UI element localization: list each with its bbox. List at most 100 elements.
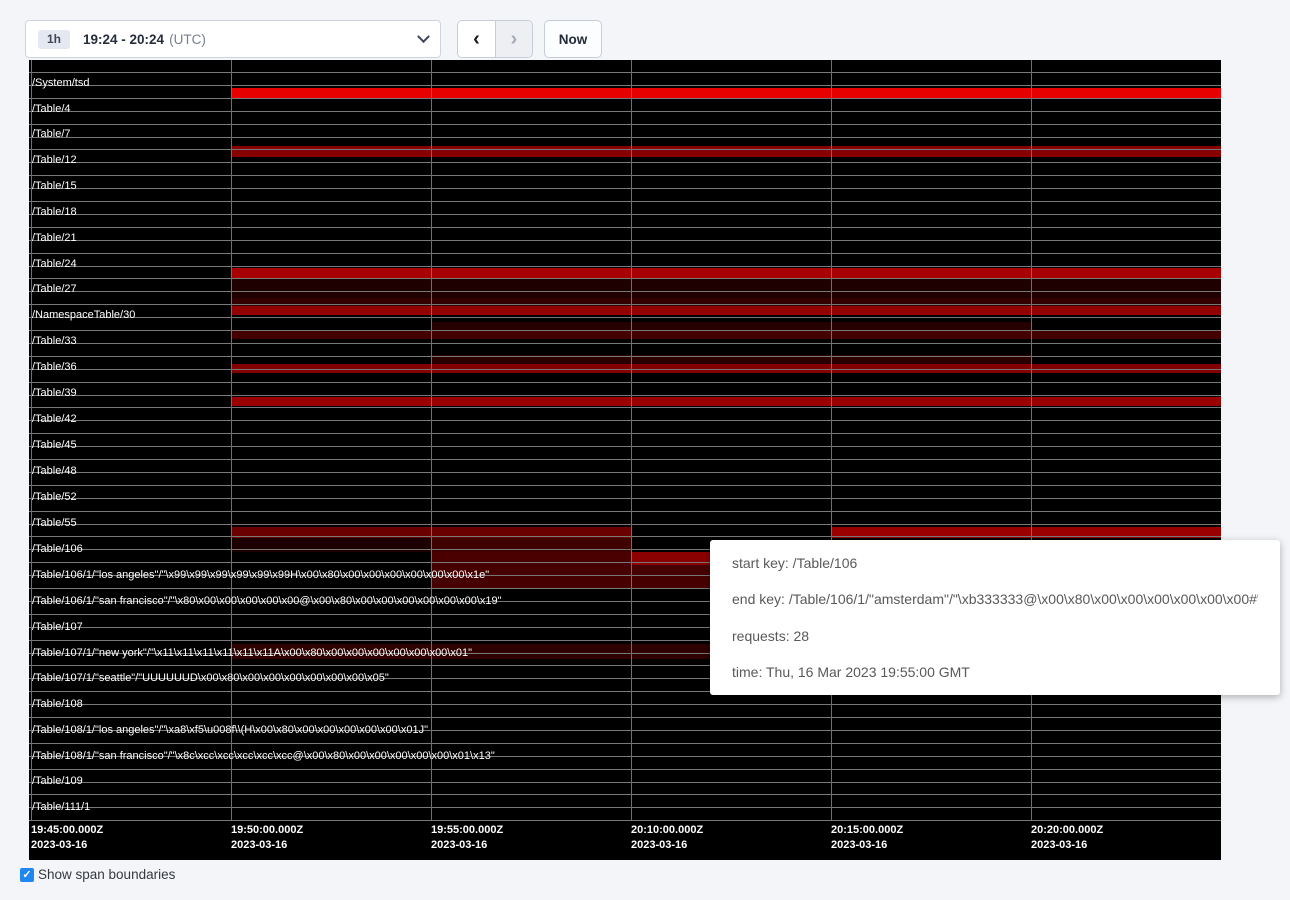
grid-line-vertical: [831, 60, 832, 820]
row-label: /Table/55: [32, 517, 77, 529]
grid-line-horizontal: [29, 291, 1221, 292]
grid-line-horizontal: [29, 382, 1221, 383]
grid-line-horizontal: [29, 124, 1221, 125]
heat-band: [231, 146, 1221, 157]
tooltip-requests: requests: 28: [732, 626, 1258, 646]
grid-line-horizontal: [29, 769, 1221, 770]
axis-time-label: 20:15:00.000Z: [831, 824, 903, 837]
grid-line-horizontal: [29, 330, 1221, 331]
grid-line-horizontal: [29, 240, 1221, 241]
grid-line-horizontal: [29, 807, 1221, 808]
grid-line-horizontal: [29, 304, 1221, 305]
grid-line-horizontal: [29, 459, 1221, 460]
row-label: /NamespaceTable/30: [32, 309, 135, 321]
grid-line-horizontal: [29, 175, 1221, 176]
grid-line-horizontal: [29, 704, 1221, 705]
key-visualizer-canvas[interactable]: /System/tsd/Table/4/Table/7/Table/12/Tab…: [29, 60, 1221, 860]
grid-line-horizontal: [29, 98, 1221, 99]
row-label: /Table/24: [32, 258, 77, 270]
heat-band: [231, 278, 1221, 298]
grid-line-horizontal: [29, 253, 1221, 254]
grid-line-horizontal: [29, 188, 1221, 189]
grid-line-vertical: [231, 60, 232, 820]
row-label: /Table/52: [32, 491, 77, 503]
grid-line-horizontal: [29, 317, 1221, 318]
row-label: /Table/18: [32, 206, 77, 218]
heat-band: [231, 268, 1221, 278]
row-label: /Table/108/1/"los angeles"/"\xa8\xf5\u00…: [32, 724, 428, 736]
tooltip-end-key: end key: /Table/106/1/"amsterdam"/"\xb33…: [732, 589, 1258, 609]
axis-date-label: 2023-03-16: [1031, 839, 1087, 852]
row-label: /Table/106: [32, 543, 83, 555]
row-label: /Table/111/1: [32, 801, 90, 813]
show-span-boundaries-checkbox[interactable]: ✓: [20, 868, 34, 882]
grid-line-horizontal: [29, 72, 1221, 73]
grid-line-horizontal: [29, 137, 1221, 138]
grid-line-horizontal: [29, 343, 1221, 344]
row-label: /Table/39: [32, 387, 77, 399]
grid-line-horizontal: [29, 536, 1221, 537]
axis-time-label: 20:10:00.000Z: [631, 824, 703, 837]
chevron-down-icon: [417, 30, 430, 43]
axis-time-label: 19:50:00.000Z: [231, 824, 303, 837]
time-nav-group: ‹ ›: [457, 20, 533, 58]
grid-line-horizontal: [29, 266, 1221, 267]
row-label: /Table/107: [32, 621, 83, 633]
row-label: /Table/15: [32, 180, 77, 192]
time-range-dropdown[interactable]: 1h 19:24 - 20:24 (UTC): [25, 20, 441, 58]
row-label: /Table/42: [32, 413, 77, 425]
row-label: /Table/107/1/"new york"/"\x11\x11\x11\x1…: [32, 647, 472, 659]
heat-band: [231, 306, 1221, 315]
tooltip-start-key: start key: /Table/106: [732, 553, 1258, 573]
next-interval-button[interactable]: ›: [495, 21, 532, 57]
grid-line-horizontal: [29, 446, 1221, 447]
axis-date-label: 2023-03-16: [831, 839, 887, 852]
grid-line-horizontal: [29, 485, 1221, 486]
grid-line-horizontal: [29, 743, 1221, 744]
grid-line-horizontal: [29, 111, 1221, 112]
grid-line-horizontal: [29, 472, 1221, 473]
timezone-label: (UTC): [169, 32, 206, 47]
toolbar: 1h 19:24 - 20:24 (UTC) ‹ › Now: [0, 0, 1290, 60]
grid-line-horizontal: [29, 278, 1221, 279]
row-label: /Table/21: [32, 232, 77, 244]
show-span-boundaries-label[interactable]: Show span boundaries: [38, 867, 175, 882]
time-range-label: 19:24 - 20:24: [83, 32, 164, 47]
grid-line-horizontal: [29, 407, 1221, 408]
grid-line-horizontal: [29, 149, 1221, 150]
heat-band: [231, 397, 1221, 406]
row-label: /System/tsd: [32, 77, 89, 89]
row-label: /Table/33: [32, 335, 77, 347]
grid-line-horizontal: [29, 782, 1221, 783]
row-label: /Table/106/1/"san francisco"/"\x80\x00\x…: [32, 595, 502, 607]
axis-date-label: 2023-03-16: [31, 839, 87, 852]
row-label: /Table/7: [32, 128, 71, 140]
axis-date-label: 2023-03-16: [631, 839, 687, 852]
grid-line-horizontal: [29, 794, 1221, 795]
grid-line-horizontal: [29, 227, 1221, 228]
axis-time-label: 19:55:00.000Z: [431, 824, 503, 837]
row-label: /Table/12: [32, 154, 77, 166]
grid-line-horizontal: [29, 85, 1221, 86]
row-label: /Table/4: [32, 103, 71, 115]
previous-interval-button[interactable]: ‹: [458, 21, 495, 57]
axis-time-label: 20:20:00.000Z: [1031, 824, 1103, 837]
grid-line-horizontal: [29, 820, 1221, 821]
duration-badge: 1h: [38, 30, 70, 49]
row-label: /Table/109: [32, 775, 83, 787]
row-label: /Table/45: [32, 439, 77, 451]
axis-date-label: 2023-03-16: [231, 839, 287, 852]
grid-line-horizontal: [29, 369, 1221, 370]
row-label: /Table/106/1/"los angeles"/"\x99\x99\x99…: [32, 569, 489, 581]
row-label: /Table/107/1/"seattle"/"UUUUUUD\x00\x80\…: [32, 672, 389, 684]
row-label: /Table/108: [32, 698, 83, 710]
axis-date-label: 2023-03-16: [431, 839, 487, 852]
grid-line-vertical: [1031, 60, 1032, 820]
now-button[interactable]: Now: [544, 20, 602, 58]
grid-line-horizontal: [29, 162, 1221, 163]
grid-line-horizontal: [29, 214, 1221, 215]
grid-line-horizontal: [29, 498, 1221, 499]
grid-line-horizontal: [29, 717, 1221, 718]
grid-line-horizontal: [29, 395, 1221, 396]
grid-line-horizontal: [29, 524, 1221, 525]
